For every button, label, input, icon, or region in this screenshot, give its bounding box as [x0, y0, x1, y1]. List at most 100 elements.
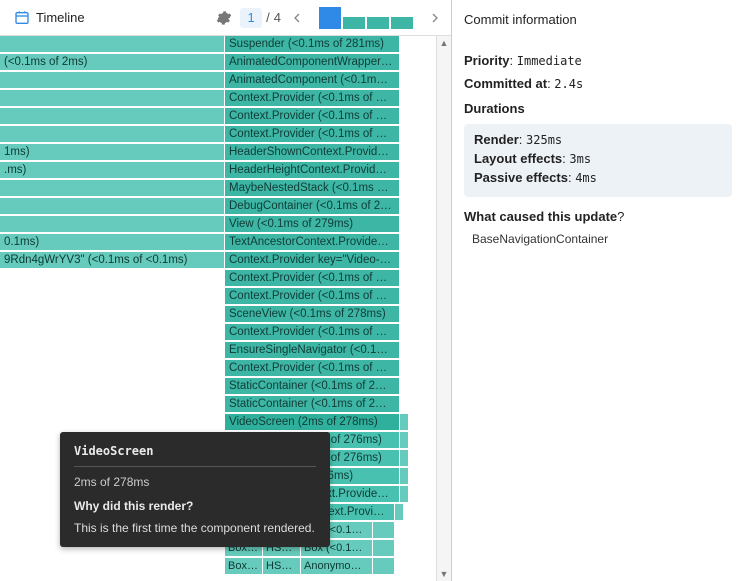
tooltip-title: VideoScreen	[74, 444, 316, 467]
toolbar: Timeline / 4	[0, 0, 451, 36]
commit-pager: / 4	[240, 8, 281, 28]
flame-cell[interactable]: 1ms)	[0, 144, 225, 161]
flame-cell[interactable]	[400, 432, 409, 449]
flame-cell[interactable]	[0, 324, 225, 341]
flame-cell[interactable]: AnimatedComponentWrapper…	[225, 54, 400, 71]
flame-cell[interactable]: Context.Provider (<0.1ms of …	[225, 126, 400, 143]
flame-cell[interactable]	[400, 450, 409, 467]
next-commit-icon[interactable]	[427, 10, 443, 26]
flame-cell[interactable]: View (<0.1ms of 279ms)	[225, 216, 400, 233]
flame-cell[interactable]: Context.Provider (<0.1ms of …	[225, 270, 400, 287]
flame-cell[interactable]: MaybeNestedStack (<0.1ms …	[225, 180, 400, 197]
timeline-icon	[14, 10, 30, 26]
tab-timeline[interactable]: Timeline	[8, 6, 91, 30]
flame-cell[interactable]: HeaderShownContext.Provide…	[225, 144, 400, 161]
flame-cell[interactable]	[400, 468, 409, 485]
flame-cell[interactable]	[0, 108, 225, 125]
flame-cell[interactable]: Suspender (<0.1ms of 281ms)	[225, 36, 400, 53]
render-value: 325ms	[526, 133, 562, 147]
cause-qmark: ?	[617, 209, 624, 224]
flame-cell[interactable]	[0, 396, 225, 413]
priority-label: Priority	[464, 53, 510, 68]
flame-cell[interactable]	[373, 522, 395, 539]
right-panel: Commit information Priority: Immediate C…	[452, 0, 744, 581]
flame-cell[interactable]: Context.Provider (<0.1ms of …	[225, 360, 400, 377]
flame-cell[interactable]	[0, 342, 225, 359]
passive-value: 4ms	[575, 171, 597, 185]
flame-cell[interactable]	[0, 72, 225, 89]
flame-cell[interactable]: (<0.1ms of 2ms)	[0, 54, 225, 71]
page-total: 4	[274, 10, 281, 25]
flame-cell[interactable]: DebugContainer (<0.1ms of 2…	[225, 198, 400, 215]
flame-cell[interactable]: Box…	[225, 558, 263, 575]
tooltip-subtitle: 2ms of 278ms	[74, 475, 316, 489]
pager-slash: /	[266, 10, 270, 25]
tab-label: Timeline	[36, 10, 85, 25]
gear-icon[interactable]	[216, 10, 232, 26]
flame-cell[interactable]: StaticContainer (<0.1ms of 2…	[225, 396, 400, 413]
flame-cell[interactable]: Anonymo…	[301, 558, 373, 575]
flame-cell[interactable]: 0.1ms)	[0, 234, 225, 251]
flame-cell[interactable]	[0, 288, 225, 305]
cause-row: What caused this update?	[464, 209, 732, 224]
flame-cell[interactable]	[373, 540, 395, 557]
flame-cell[interactable]: EnsureSingleNavigator (<0.1…	[225, 342, 400, 359]
flame-cell[interactable]	[0, 216, 225, 233]
flame-cell[interactable]	[0, 270, 225, 287]
passive-label: Passive effects	[474, 170, 568, 185]
flame-cell[interactable]: Context.Provider (<0.1ms of …	[225, 324, 400, 341]
durations-label: Durations	[464, 101, 525, 116]
flame-cell[interactable]: Context.Provider (<0.1ms of …	[225, 108, 400, 125]
flame-cell[interactable]	[0, 378, 225, 395]
flame-cell[interactable]	[0, 90, 225, 107]
flame-cell[interactable]: Context.Provider key="Video-…	[225, 252, 400, 269]
cause-label: What caused this update	[464, 209, 617, 224]
right-heading: Commit information	[464, 10, 732, 27]
flame-cell[interactable]: SceneView (<0.1ms of 278ms)	[225, 306, 400, 323]
committed-value: 2.4s	[554, 77, 583, 91]
flame-cell[interactable]	[0, 360, 225, 377]
tooltip-answer: This is the first time the component ren…	[74, 521, 316, 535]
cause-item[interactable]: BaseNavigationContainer	[464, 232, 732, 246]
flame-cell[interactable]	[400, 486, 409, 503]
priority-value: Immediate	[517, 54, 582, 68]
scroll-up-icon[interactable]: ▲	[437, 36, 451, 50]
commit-bars[interactable]	[319, 7, 413, 29]
commit-bar[interactable]	[343, 17, 365, 29]
flame-cell[interactable]: HS…	[263, 558, 301, 575]
flame-cell[interactable]	[0, 126, 225, 143]
flame-cell[interactable]	[395, 504, 404, 521]
committed-row: Committed at: 2.4s	[464, 76, 732, 91]
tooltip: VideoScreen 2ms of 278ms Why did this re…	[60, 432, 330, 547]
scrollbar[interactable]: ▲ ▼	[436, 36, 451, 581]
flame-cell[interactable]	[0, 180, 225, 197]
flame-cell[interactable]: TextAncestorContext.Provide…	[225, 234, 400, 251]
flame-cell[interactable]	[373, 558, 395, 575]
committed-label: Committed at	[464, 76, 547, 91]
durations-box: Render: 325ms Layout effects: 3ms Passiv…	[464, 124, 732, 197]
commit-bar[interactable]	[319, 7, 341, 29]
priority-row: Priority: Immediate	[464, 53, 732, 68]
flame-cell[interactable]	[400, 414, 409, 431]
flame-cell[interactable]: .ms)	[0, 162, 225, 179]
flame-cell[interactable]: Context.Provider (<0.1ms of …	[225, 288, 400, 305]
commit-bar[interactable]	[367, 17, 389, 29]
layout-value: 3ms	[569, 152, 591, 166]
flame-cell[interactable]: HeaderHeightContext.Provid…	[225, 162, 400, 179]
flame-cell[interactable]	[0, 36, 225, 53]
flame-cell[interactable]: StaticContainer (<0.1ms of 2…	[225, 378, 400, 395]
flame-cell[interactable]	[0, 306, 225, 323]
commit-bar[interactable]	[391, 17, 413, 29]
flame-cell[interactable]: VideoScreen (2ms of 278ms)	[225, 414, 400, 431]
page-current-input[interactable]	[240, 8, 262, 28]
tooltip-question: Why did this render?	[74, 499, 316, 513]
flame-cell[interactable]: 9Rdn4gWrYV3" (<0.1ms of <0.1ms)	[0, 252, 225, 269]
prev-commit-icon[interactable]	[289, 10, 305, 26]
flame-cell[interactable]	[0, 198, 225, 215]
scroll-down-icon[interactable]: ▼	[437, 567, 451, 581]
flame-cell[interactable]: AnimatedComponent (<0.1m…	[225, 72, 400, 89]
flame-cell[interactable]	[0, 414, 225, 431]
render-label: Render	[474, 132, 519, 147]
layout-label: Layout effects	[474, 151, 562, 166]
flame-cell[interactable]: Context.Provider (<0.1ms of …	[225, 90, 400, 107]
